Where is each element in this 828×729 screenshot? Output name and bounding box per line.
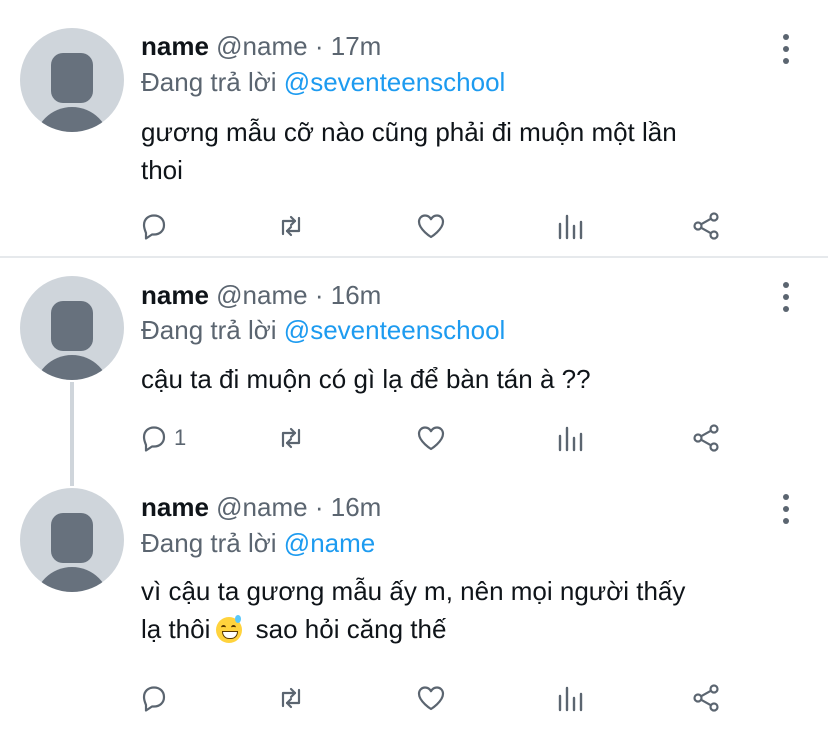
retweet-button[interactable] bbox=[275, 210, 307, 242]
tweet-actions bbox=[138, 210, 738, 242]
retweet-icon bbox=[281, 427, 301, 449]
user-handle[interactable]: @name bbox=[216, 280, 307, 310]
views-button[interactable] bbox=[554, 210, 586, 242]
mention-link[interactable]: @seventeenschool bbox=[284, 67, 506, 97]
avatar[interactable] bbox=[20, 276, 124, 380]
reply-icon bbox=[142, 214, 166, 240]
analytics-icon bbox=[558, 426, 583, 452]
more-vertical-icon[interactable] bbox=[780, 494, 792, 524]
reply-button[interactable] bbox=[138, 682, 170, 714]
tweet-text: vì cậu ta gương mẫu ấy m, nên mọi người … bbox=[141, 572, 801, 648]
views-button[interactable] bbox=[554, 422, 586, 454]
tweet-text-line: lạ thôi sao hỏi căng thế bbox=[141, 610, 801, 648]
avatar[interactable] bbox=[20, 488, 124, 592]
share-button[interactable] bbox=[690, 422, 722, 454]
retweet-button[interactable] bbox=[275, 422, 307, 454]
avatar-body-shape bbox=[34, 567, 110, 592]
replying-label: Đang trả lời bbox=[141, 528, 277, 558]
timestamp[interactable]: 17m bbox=[331, 31, 382, 61]
replying-to: Đang trả lời @name bbox=[141, 528, 375, 558]
more-vertical-icon[interactable] bbox=[780, 282, 792, 312]
heart-icon bbox=[417, 426, 445, 451]
analytics-icon bbox=[558, 686, 583, 712]
heart-icon bbox=[417, 686, 445, 711]
retweet-icon bbox=[281, 215, 301, 237]
like-button[interactable] bbox=[415, 210, 447, 242]
timestamp[interactable]: 16m bbox=[331, 280, 382, 310]
separator-dot: · bbox=[314, 280, 324, 310]
user-handle[interactable]: @name bbox=[216, 492, 307, 522]
avatar[interactable] bbox=[20, 28, 124, 132]
retweet-icon bbox=[281, 687, 301, 709]
replying-label: Đang trả lời bbox=[141, 67, 277, 97]
retweet-button[interactable] bbox=[275, 682, 307, 714]
tweet-text-line: cậu ta đi muộn có gì lạ để bàn tán à ?? bbox=[141, 364, 591, 394]
mention-link[interactable]: @name bbox=[284, 528, 375, 558]
heart-icon bbox=[417, 214, 445, 239]
tweet-1[interactable]: name @name · 17m Đang trả lời @seventeen… bbox=[0, 0, 828, 258]
more-vertical-icon[interactable] bbox=[780, 34, 792, 64]
mention-link[interactable]: @seventeenschool bbox=[284, 315, 506, 345]
replying-to: Đang trả lời @seventeenschool bbox=[141, 67, 505, 97]
avatar-body-shape bbox=[34, 107, 110, 132]
share-button[interactable] bbox=[690, 682, 722, 714]
replying-label: Đang trả lời bbox=[141, 315, 277, 345]
separator-dot: · bbox=[314, 31, 324, 61]
like-button[interactable] bbox=[415, 682, 447, 714]
views-button[interactable] bbox=[554, 682, 586, 714]
reply-count: 1 bbox=[174, 425, 187, 450]
avatar-head-shape bbox=[51, 53, 93, 103]
tweet-text: gương mẫu cỡ nào cũng phải đi muộn một l… bbox=[141, 113, 801, 189]
analytics-icon bbox=[558, 214, 583, 240]
tweet-text-line: gương mẫu cỡ nào cũng phải đi muộn một l… bbox=[141, 117, 677, 147]
avatar-head-shape bbox=[51, 301, 93, 351]
tweet-text-line: vì cậu ta gương mẫu ấy m, nên mọi người … bbox=[141, 576, 686, 606]
display-name[interactable]: name bbox=[141, 280, 209, 310]
tweet-actions bbox=[138, 682, 738, 714]
tweet-header: name @name · 16m bbox=[141, 280, 381, 310]
share-icon bbox=[693, 424, 719, 452]
tweet-text: cậu ta đi muộn có gì lạ để bàn tán à ?? bbox=[141, 360, 801, 398]
replying-to: Đang trả lời @seventeenschool bbox=[141, 315, 505, 345]
tweet-text-fragment: sao hỏi căng thế bbox=[255, 614, 447, 644]
like-button[interactable] bbox=[415, 422, 447, 454]
share-icon bbox=[693, 684, 719, 712]
reply-button[interactable]: 1 bbox=[138, 422, 186, 454]
share-button[interactable] bbox=[690, 210, 722, 242]
tweet-header: name @name · 17m bbox=[141, 31, 381, 61]
tweet-text-fragment: lạ thôi bbox=[141, 614, 211, 644]
user-handle[interactable]: @name bbox=[216, 31, 307, 61]
share-icon bbox=[693, 212, 719, 240]
avatar-head-shape bbox=[51, 513, 93, 563]
reply-button[interactable] bbox=[138, 210, 170, 242]
reply-icon bbox=[142, 686, 166, 712]
separator-dot: · bbox=[314, 492, 324, 522]
timestamp[interactable]: 16m bbox=[331, 492, 382, 522]
tweet-actions: 1 bbox=[138, 422, 738, 454]
tweet-header: name @name · 16m bbox=[141, 492, 381, 522]
tweet-text-line: thoi bbox=[141, 155, 183, 185]
display-name[interactable]: name bbox=[141, 492, 209, 522]
grinning-sweat-emoji bbox=[216, 615, 243, 643]
reply-icon bbox=[142, 426, 166, 452]
avatar-body-shape bbox=[34, 355, 110, 380]
display-name[interactable]: name bbox=[141, 31, 209, 61]
